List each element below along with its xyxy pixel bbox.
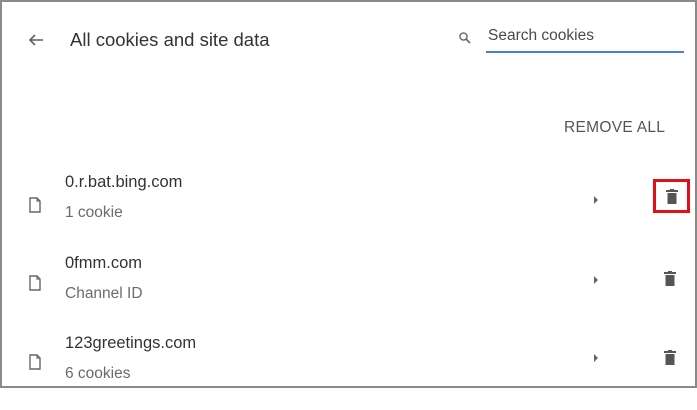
remove-all-button[interactable]: REMOVE ALL xyxy=(564,119,665,137)
site-name: 0fmm.com xyxy=(65,254,143,272)
site-name: 0.r.bat.bing.com xyxy=(65,173,183,191)
page-header: All cookies and site data xyxy=(2,2,695,74)
delete-site-button[interactable] xyxy=(652,260,688,296)
trash-icon xyxy=(664,270,676,286)
back-button[interactable] xyxy=(22,26,50,54)
arrow-left-icon xyxy=(28,34,43,46)
delete-site-button[interactable] xyxy=(653,179,690,213)
search-input[interactable] xyxy=(486,26,684,53)
cookies-settings-page: All cookies and site data REMOVE ALL 0.r… xyxy=(0,0,697,388)
expand-arrow-button[interactable] xyxy=(588,350,604,366)
site-detail: 1 cookie xyxy=(65,204,123,221)
site-detail: Channel ID xyxy=(65,285,143,302)
trash-icon xyxy=(664,349,676,365)
search-box[interactable] xyxy=(458,26,685,54)
search-icon xyxy=(459,32,471,44)
site-detail: 6 cookies xyxy=(65,365,131,382)
site-row[interactable]: 123greetings.com 6 cookies xyxy=(2,330,695,410)
site-name: 123greetings.com xyxy=(65,334,197,352)
page-title: All cookies and site data xyxy=(70,29,270,50)
expand-arrow-button[interactable] xyxy=(588,192,604,208)
chevron-right-icon xyxy=(594,354,598,362)
chevron-right-icon xyxy=(594,196,598,204)
delete-site-button[interactable] xyxy=(652,339,688,375)
chevron-right-icon xyxy=(594,276,598,284)
site-row[interactable]: 0fmm.com Channel ID xyxy=(2,249,695,329)
expand-arrow-button[interactable] xyxy=(588,272,604,288)
file-icon xyxy=(29,275,41,291)
site-row[interactable]: 0.r.bat.bing.com 1 cookie xyxy=(2,168,695,248)
file-icon xyxy=(29,354,41,370)
trash-icon xyxy=(665,188,678,204)
file-icon xyxy=(29,197,41,213)
